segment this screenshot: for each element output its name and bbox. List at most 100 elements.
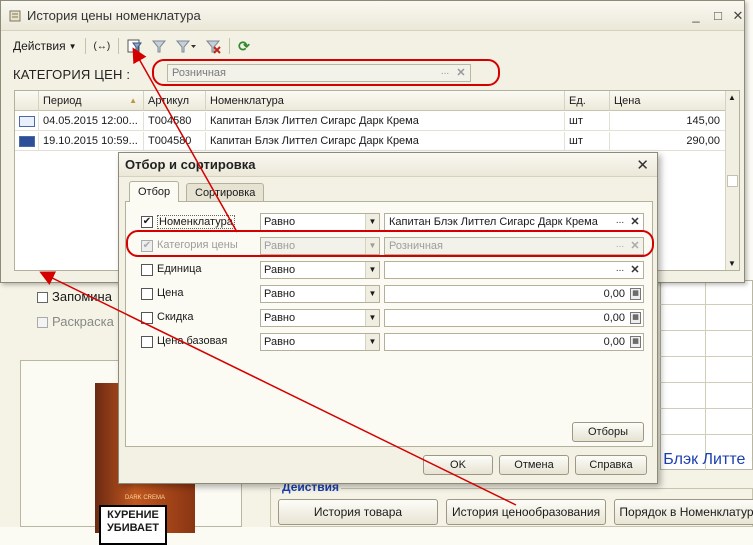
clear-filter-icon[interactable] — [201, 36, 225, 56]
calculator-icon[interactable]: ▦ — [630, 288, 641, 300]
actions-menu-label: Действия — [13, 39, 66, 53]
cell-period: 04.05.2015 12:00... — [39, 112, 144, 131]
filter-row-price: Цена Равно ▼ 0,00 ▦ — [126, 282, 652, 306]
column-header-price[interactable]: Цена — [610, 91, 727, 111]
record-icon — [19, 136, 35, 147]
filter-checkbox[interactable] — [141, 312, 153, 324]
filter-value-field[interactable]: ... ✕ — [384, 261, 644, 279]
price-category-label: КАТЕГОРИЯ ЦЕН : — [13, 67, 131, 82]
table-row[interactable]: 19.10.2015 10:59... Т004580 Капитан Блэк… — [15, 132, 727, 151]
filter-value-field[interactable]: 0,00 ▦ — [384, 309, 644, 327]
refresh-icon[interactable]: ⟳ — [234, 36, 254, 56]
cancel-button[interactable]: Отмена — [499, 455, 569, 475]
clear-icon[interactable]: ✕ — [628, 215, 642, 229]
grid-line — [660, 304, 753, 305]
maximize-icon[interactable]: □ — [711, 9, 725, 23]
sort-icon: ▲ — [129, 96, 137, 105]
condition-select[interactable]: Равно ▼ — [260, 309, 380, 327]
color-checkbox[interactable] — [37, 317, 48, 328]
select-dots-icon[interactable]: ... — [613, 263, 627, 277]
column-header-name[interactable]: Номенклатура — [206, 91, 565, 111]
grid-line — [705, 280, 706, 470]
grid-line — [660, 356, 753, 357]
cell-name: Капитан Блэк Литтел Сигарс Дарк Крема — [206, 132, 565, 151]
filter-label: Скидка — [157, 311, 194, 323]
filter-settings-icon[interactable] — [123, 36, 147, 56]
filter-checkbox[interactable]: ✔ — [141, 216, 153, 228]
column-header-article[interactable]: Артикул — [144, 91, 206, 111]
filter-label: Единица — [157, 263, 202, 275]
chevron-down-icon: ▼ — [365, 286, 379, 302]
remember-checkbox[interactable] — [37, 292, 48, 303]
dialog-close-icon[interactable]: ✕ — [636, 156, 649, 174]
tab-sort[interactable]: Сортировка — [186, 183, 265, 201]
row-icon-cell — [15, 112, 39, 131]
chevron-down-icon: ▼ — [68, 41, 77, 51]
pricing-history-button[interactable]: История ценообразования — [446, 499, 606, 525]
filter-row-discount: Скидка Равно ▼ 0,00 ▦ — [126, 306, 652, 330]
table-scrollbar[interactable]: ▲ ▼ — [725, 91, 739, 270]
window-titlebar: История цены номенклатура — [1, 1, 744, 31]
toolbar-separator — [229, 38, 231, 54]
background-grid — [660, 280, 753, 470]
table-header: Период ▲ Артикул Номенклатура Ед. Цена — [15, 91, 739, 111]
dialog-title: Отбор и сортировка — [119, 153, 657, 177]
chevron-down-icon: ▼ — [365, 334, 379, 350]
annotation-ellipse — [152, 59, 500, 86]
tab-filter[interactable]: Отбор — [129, 181, 180, 202]
scroll-down-icon[interactable]: ▼ — [728, 259, 736, 268]
column-header-unit[interactable]: Ед. — [565, 91, 610, 111]
color-label: Раскраска — [52, 314, 114, 329]
filter-checkbox[interactable] — [141, 288, 153, 300]
condition-select[interactable]: Равно ▼ — [260, 213, 380, 231]
condition-select[interactable]: Равно ▼ — [260, 333, 380, 351]
filter-icon[interactable] — [147, 36, 171, 56]
toolbar-separator — [84, 38, 86, 54]
calculator-icon[interactable]: ▦ — [630, 312, 641, 324]
selections-button[interactable]: Отборы — [572, 422, 644, 442]
cell-price: 145,00 — [610, 112, 727, 131]
select-dots-icon[interactable]: ... — [613, 215, 627, 229]
filter-value-field[interactable]: 0,00 ▦ — [384, 285, 644, 303]
expand-icon[interactable]: (↔) — [90, 36, 115, 56]
clear-icon[interactable]: ✕ — [628, 263, 642, 277]
calculator-icon[interactable]: ▦ — [630, 336, 641, 348]
filter-sort-dialog: Отбор и сортировка ✕ Отбор Сортировка ✔ … — [118, 152, 658, 484]
filter-label: Номенклатура — [157, 215, 235, 229]
annotation-ellipse — [126, 230, 654, 257]
toolbar-separator — [118, 38, 120, 54]
product-name-partial: н Блэк Литте — [650, 451, 746, 468]
table-row[interactable]: 04.05.2015 12:00... Т004580 Капитан Блэк… — [15, 112, 727, 131]
filter-row-unit: Единица Равно ▼ ... ✕ — [126, 258, 652, 282]
scroll-up-icon[interactable]: ▲ — [728, 93, 736, 102]
chevron-down-icon: ▼ — [365, 310, 379, 326]
remember-label: Запомина — [52, 289, 112, 304]
filter-row-base-price: Цена базовая Равно ▼ 0,00 ▦ — [126, 330, 652, 354]
product-history-button[interactable]: История товара — [278, 499, 438, 525]
filter-value-field[interactable]: 0,00 ▦ — [384, 333, 644, 351]
ok-button[interactable]: OK — [423, 455, 493, 475]
filter-label: Цена базовая — [157, 335, 228, 347]
grid-line — [660, 434, 753, 435]
window-icon — [9, 10, 21, 21]
filter-checkbox[interactable] — [141, 264, 153, 276]
column-header-period[interactable]: Период ▲ — [39, 91, 144, 111]
close-icon[interactable]: ✕ — [731, 9, 745, 23]
cig-warning: КУРЕНИЕ УБИВАЕТ — [99, 505, 167, 545]
filter-checkbox[interactable] — [141, 336, 153, 348]
cell-period: 19.10.2015 10:59... — [39, 132, 144, 151]
help-button[interactable]: Справка — [575, 455, 647, 475]
scroll-thumb[interactable] — [727, 175, 738, 187]
nomenclature-order-button[interactable]: Порядок в Номенклатур — [614, 499, 753, 525]
filter-label: Цена — [157, 287, 184, 299]
condition-select[interactable]: Равно ▼ — [260, 285, 380, 303]
filter-list-icon[interactable] — [171, 36, 201, 56]
minimize-icon[interactable]: _ — [689, 9, 703, 23]
cell-name: Капитан Блэк Литтел Сигарс Дарк Крема — [206, 112, 565, 131]
grid-line — [660, 330, 753, 331]
condition-select[interactable]: Равно ▼ — [260, 261, 380, 279]
actions-menu-button[interactable]: Действия ▼ — [9, 36, 81, 56]
cell-price: 290,00 — [610, 132, 727, 151]
grid-line — [660, 382, 753, 383]
filter-value-field[interactable]: Капитан Блэк Литтел Сигарс Дарк Крема ..… — [384, 213, 644, 231]
